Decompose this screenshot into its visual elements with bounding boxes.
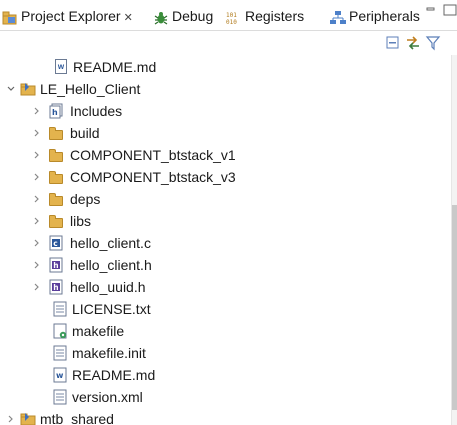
project-tree: w README.md LE_Hello_Client h Includes b… — [0, 55, 452, 425]
debug-icon — [153, 9, 169, 25]
tree-item-label: libs — [70, 213, 92, 229]
vertical-scrollbar[interactable] — [451, 55, 457, 425]
chevron-right-icon[interactable] — [31, 188, 43, 210]
tab-peripherals[interactable]: Peripherals — [330, 5, 420, 27]
tree-item-label: COMPONENT_btstack_v1 — [70, 147, 236, 163]
tree-item-label: hello_client.c — [70, 235, 151, 251]
tab-registers[interactable]: 101 010 Registers — [226, 5, 304, 27]
tab-label: Peripherals — [349, 8, 420, 24]
chevron-down-icon[interactable] — [5, 78, 17, 100]
tree-item-label: makefile.init — [72, 345, 146, 361]
tree-item-label: README.md — [73, 59, 157, 75]
tab-label: Registers — [245, 8, 305, 24]
tree-item-label: mtb_shared — [40, 411, 114, 425]
svg-text:h: h — [52, 108, 58, 117]
chevron-right-icon[interactable] — [31, 122, 43, 144]
svg-text:h: h — [53, 283, 58, 292]
c-file-icon: c — [48, 235, 64, 251]
h-file-icon: h — [48, 279, 64, 295]
folder-icon — [48, 213, 64, 229]
folder-icon — [48, 169, 64, 185]
tab-project-explorer[interactable]: Project Explorer ✕ — [2, 5, 133, 27]
scrollbar-thumb[interactable] — [452, 205, 457, 410]
tree-item-label: hello_uuid.h — [70, 279, 146, 295]
svg-text:h: h — [53, 261, 58, 270]
project-explorer-icon — [2, 9, 18, 25]
tree-item-label: LE_Hello_Client — [40, 81, 141, 97]
chevron-right-icon[interactable] — [31, 210, 43, 232]
close-icon[interactable]: ✕ — [124, 12, 133, 24]
minimize-icon[interactable] — [426, 4, 436, 18]
tree-item-label: LICENSE.txt — [72, 301, 151, 317]
collapse-all-icon[interactable] — [385, 35, 401, 51]
view-tab-bar: Project Explorer ✕ Debug 101 010 Registers… — [0, 0, 457, 31]
peripherals-icon — [330, 9, 346, 25]
registers-icon: 101 010 — [226, 9, 242, 26]
chevron-right-icon[interactable] — [31, 232, 43, 254]
chevron-right-icon[interactable] — [31, 254, 43, 276]
tree-item-label: README.md — [72, 367, 156, 383]
chevron-right-icon[interactable] — [31, 144, 43, 166]
tree-item-label: build — [70, 125, 100, 141]
markdown-file-icon: w — [52, 367, 68, 383]
project-folder-icon — [20, 411, 36, 425]
svg-text:w: w — [56, 371, 64, 380]
tab-label: Project Explorer — [21, 8, 121, 24]
tab-label: Debug — [172, 8, 214, 24]
tree-item-label: deps — [70, 191, 101, 207]
svg-text:101: 101 — [226, 12, 237, 19]
chevron-right-icon[interactable] — [31, 100, 43, 122]
text-file-icon — [52, 301, 68, 317]
text-file-icon — [52, 389, 68, 405]
chevron-right-icon[interactable] — [31, 276, 43, 298]
h-file-icon: h — [48, 257, 64, 273]
view-toolbar — [383, 35, 443, 53]
includes-icon: h — [48, 103, 64, 119]
markdown-file-icon: w — [53, 59, 69, 75]
makefile-icon — [52, 323, 68, 339]
project-folder-icon — [20, 81, 36, 97]
tree-item-label: version.xml — [72, 389, 143, 405]
text-file-icon — [52, 345, 68, 361]
tab-debug[interactable]: Debug — [153, 5, 213, 27]
tree-item-label: hello_client.h — [70, 257, 152, 273]
svg-text:010: 010 — [226, 19, 237, 25]
folder-icon — [48, 125, 64, 141]
folder-icon — [48, 147, 64, 163]
svg-text:c: c — [53, 239, 57, 248]
maximize-icon[interactable] — [443, 4, 457, 19]
filter-icon[interactable] — [425, 35, 441, 51]
tree-item-label: COMPONENT_btstack_v3 — [70, 169, 236, 185]
link-with-editor-icon[interactable] — [405, 35, 421, 51]
chevron-right-icon[interactable] — [5, 408, 17, 425]
tree-item-label: makefile — [72, 323, 125, 339]
folder-icon — [48, 191, 64, 207]
chevron-right-icon[interactable] — [31, 166, 43, 188]
tree-item-label: Includes — [70, 103, 123, 119]
